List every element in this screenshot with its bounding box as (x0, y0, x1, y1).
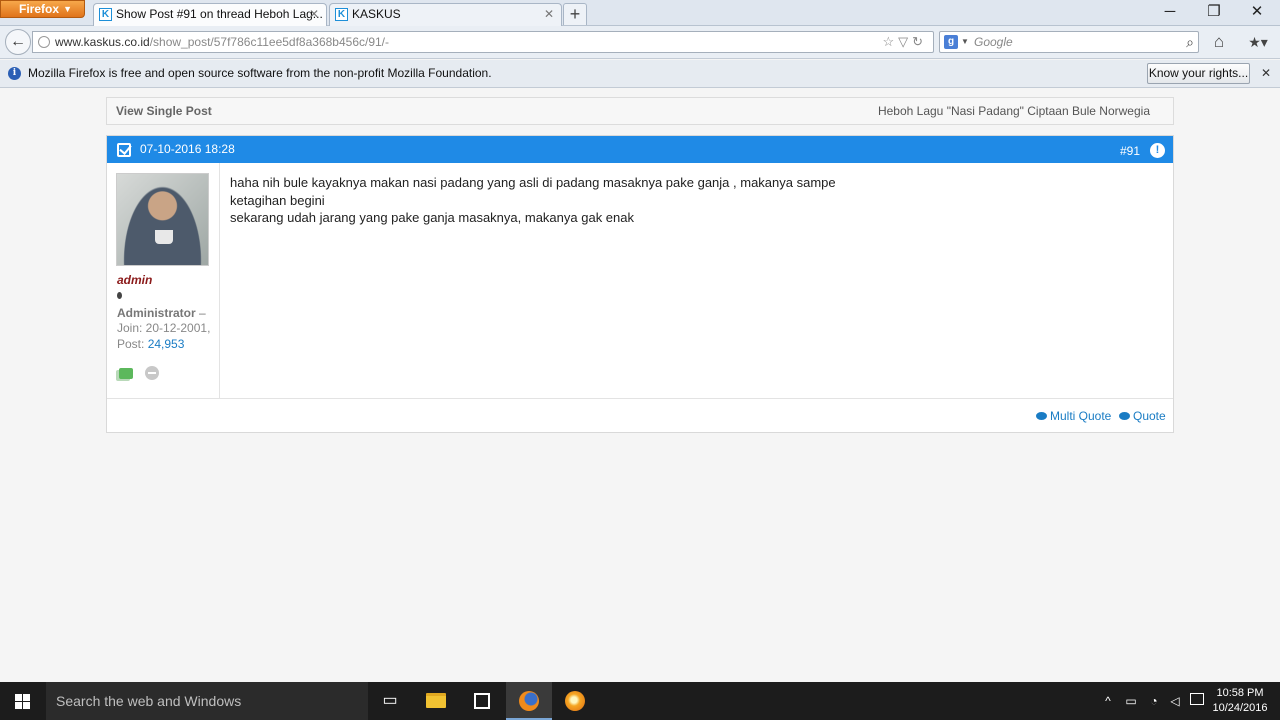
info-icon: i (8, 67, 21, 80)
online-status-icon (117, 292, 122, 299)
multi-quote-button[interactable]: Multi Quote (1036, 409, 1111, 423)
taskbar-app-thumbnail[interactable] (598, 682, 706, 720)
clock-time: 10:58 PM (1216, 687, 1264, 699)
tab-label: Show Post #91 on thread Heboh Lag... (116, 7, 323, 21)
home-button[interactable]: ⌂ (1207, 30, 1231, 54)
task-view-icon: ▭ (382, 692, 398, 709)
action-center-icon[interactable] (1190, 693, 1204, 705)
show-hidden-icons-button[interactable]: ^ (1100, 682, 1116, 720)
post-count-link[interactable]: 24,953 (148, 337, 185, 351)
search-input[interactable]: g ▼ Google ⌕ (939, 31, 1199, 53)
firefox-menu-button[interactable]: Firefox ▼ (0, 0, 85, 18)
thread-header: View Single Post Heboh Lagu "Nasi Padang… (106, 97, 1174, 125)
search-placeholder: Google (974, 35, 1013, 49)
google-icon[interactable]: g (944, 35, 958, 49)
close-window-button[interactable]: ✕ (1242, 2, 1272, 22)
firefox-icon (519, 690, 539, 711)
windows-logo-icon (15, 694, 30, 709)
author-role-text: Administrator (117, 306, 196, 320)
restore-button[interactable]: ❐ (1199, 2, 1229, 22)
author-post-count: Post: 24,953 (117, 337, 184, 351)
home-icon: ⌂ (1213, 32, 1225, 51)
avatar-cup (155, 230, 173, 244)
kaskus-favicon-icon: K (99, 8, 112, 21)
notification-bar: i Mozilla Firefox is free and open sourc… (0, 60, 1280, 88)
post-line: haha nih bule kayaknya makan nasi padang… (230, 175, 836, 190)
url-bar-icons: ☆▽↻ (882, 32, 927, 52)
chevron-down-icon[interactable]: ▼ (961, 32, 969, 52)
avatar[interactable] (116, 173, 209, 266)
post-card: 07-10-2016 18:28 #91 ! admin Administrat… (106, 135, 1174, 433)
post-line: sekarang udah jarang yang pake ganja mas… (230, 210, 634, 225)
folder-icon (426, 693, 446, 709)
role-separator: – (199, 306, 206, 320)
url-path: /show_post/57f786c11ee5df8a368b456c/91/- (149, 35, 390, 49)
wifi-icon[interactable]: ◔ (1145, 682, 1163, 720)
search-icon[interactable]: ⌕ (1186, 32, 1194, 52)
minimize-button[interactable]: ─ (1155, 2, 1185, 22)
notification-text: Mozilla Firefox is free and open source … (28, 66, 492, 80)
author-name-link[interactable]: admin (117, 273, 152, 287)
chevron-down-icon: ▼ (63, 4, 72, 14)
bookmarks-button[interactable]: ★▾ (1241, 30, 1275, 54)
chevron-down-icon[interactable]: ▽ (898, 34, 912, 49)
kaskus-favicon-icon: K (335, 8, 348, 21)
taskbar-clock[interactable]: 10:58 PM 10/24/2016 (1212, 686, 1268, 716)
store-button[interactable] (459, 682, 505, 720)
sun-app-icon (565, 690, 585, 711)
quote-label: Quote (1133, 409, 1166, 423)
thread-title-link[interactable]: Heboh Lagu "Nasi Padang" Ciptaan Bule No… (878, 98, 1150, 124)
close-tab-icon[interactable]: ✕ (309, 4, 319, 25)
globe-icon (38, 36, 50, 48)
post-count-label: Post: (117, 337, 145, 351)
post-number-link[interactable]: #91 (1120, 136, 1140, 167)
bookmarks-star-icon: ★▾ (1248, 34, 1268, 50)
multi-quote-label: Multi Quote (1050, 409, 1112, 423)
star-icon[interactable]: ☆ (882, 34, 898, 49)
url-host: www.kaskus.co.id (55, 35, 150, 49)
taskbar-search-input[interactable]: Search the web and Windows (46, 682, 368, 720)
reload-icon[interactable]: ↻ (912, 34, 927, 49)
post-footer: Multi Quote Quote (107, 398, 1173, 432)
know-your-rights-button[interactable]: Know your rights... (1147, 63, 1250, 84)
speech-bubble-icon (1119, 412, 1130, 420)
url-bar[interactable]: www.kaskus.co.id/show_post/57f786c11ee5d… (32, 31, 934, 53)
start-button[interactable] (0, 682, 46, 720)
close-icon[interactable]: ✕ (1258, 60, 1274, 87)
post-line: ketagihan begini (230, 192, 325, 208)
battery-icon[interactable]: ▭ (1122, 682, 1140, 720)
post-date: 07-10-2016 18:28 (140, 142, 235, 156)
author-role: Administrator – (117, 306, 206, 320)
page-title: View Single Post (116, 104, 212, 118)
quote-button[interactable]: Quote (1119, 409, 1166, 423)
firefox-taskbar-button[interactable] (506, 682, 552, 720)
arrow-left-icon: ← (10, 33, 26, 50)
back-button[interactable]: ← (5, 29, 31, 55)
firefox-menu-label: Firefox (19, 2, 60, 16)
taskbar: Search the web and Windows ▭ ^ ▭ ◔ ◁ 10:… (0, 682, 1280, 720)
checkbox-icon[interactable] (117, 143, 131, 157)
clock-date: 10/24/2016 (1212, 702, 1268, 714)
badge-icon[interactable] (119, 368, 133, 379)
chevron-up-icon: ^ (1105, 694, 1111, 708)
tab-label: KASKUS (352, 7, 401, 21)
new-tab-button[interactable]: + (563, 3, 587, 25)
tab-show-post[interactable]: K Show Post #91 on thread Heboh Lag... ✕ (93, 3, 327, 26)
file-explorer-button[interactable] (413, 682, 459, 720)
app-taskbar-button[interactable] (552, 682, 598, 720)
volume-icon[interactable]: ◁ (1166, 682, 1184, 720)
speech-bubble-icon (1036, 412, 1047, 420)
navigation-toolbar: ← www.kaskus.co.id/show_post/57f786c11ee… (0, 26, 1280, 59)
badge-minus-icon[interactable] (145, 366, 159, 380)
close-tab-icon[interactable]: ✕ (544, 4, 554, 25)
tab-bar: Firefox ▼ K Show Post #91 on thread Hebo… (0, 0, 1280, 26)
store-icon (474, 692, 490, 709)
tab-kaskus[interactable]: K KASKUS ✕ (329, 3, 562, 26)
report-icon[interactable]: ! (1150, 143, 1165, 158)
post-header: 07-10-2016 18:28 #91 ! (107, 136, 1173, 163)
author-join-date: Join: 20-12-2001, (117, 321, 211, 335)
author-panel: admin Administrator – Join: 20-12-2001, … (107, 163, 220, 398)
task-view-button[interactable]: ▭ (367, 682, 413, 720)
post-body: haha nih bule kayaknya makan nasi padang… (230, 174, 1150, 227)
